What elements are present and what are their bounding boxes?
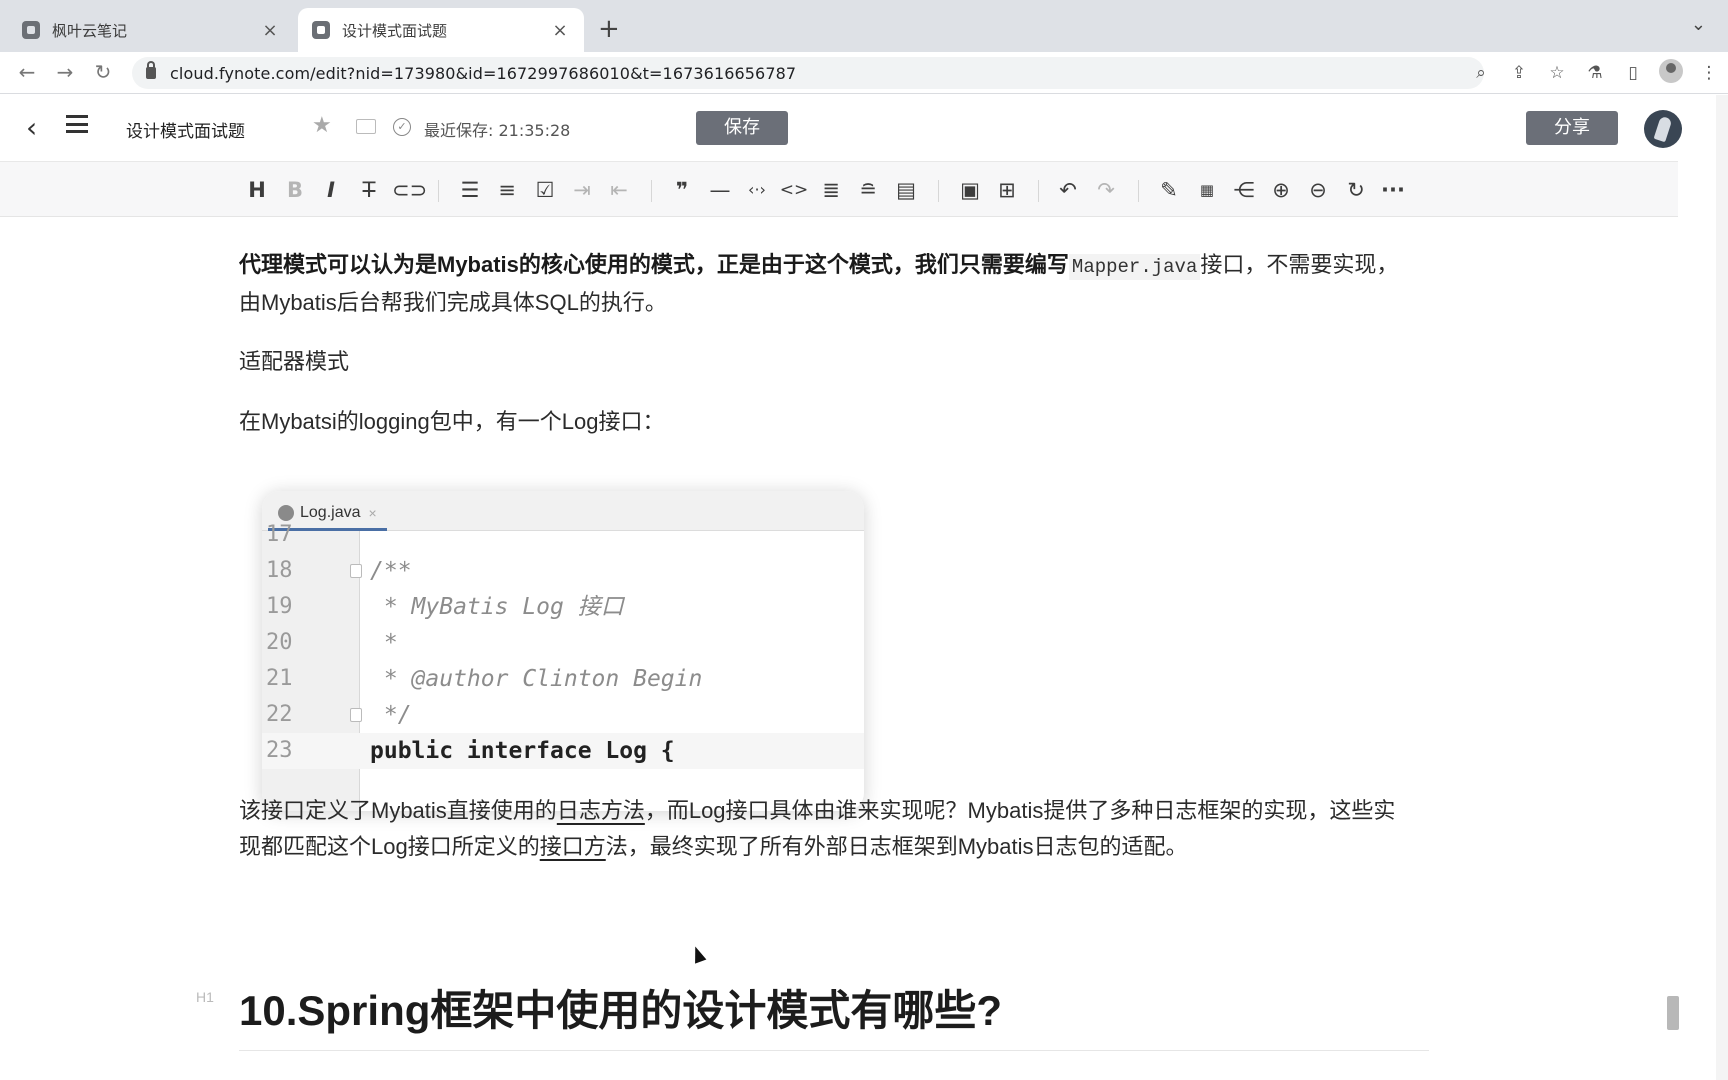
strikethrough-icon[interactable]: T [354,176,384,204]
fold-icon [350,564,362,578]
browser-toolbar: ← → ↻ cloud.fynote.com/edit?nid=173980&i… [0,52,1728,94]
tab-title: 设计模式面试题 [342,21,448,40]
code-line: 19 * MyBatis Log 接口 [266,594,624,620]
undo-icon[interactable]: ↶ [1053,176,1083,204]
fold-icon [350,708,362,722]
lock-icon [146,61,156,79]
code-line: 23 public interface Log { [262,733,864,769]
save-status-text: 最近保存: 21:35:28 [424,121,571,140]
code-screenshot-image[interactable]: Log.java × 17 18 /** 19 * MyBatis Log 接口… [262,491,864,811]
user-avatar[interactable] [1644,110,1682,148]
address-bar[interactable]: cloud.fynote.com/edit?nid=173980&id=1672… [132,57,1484,89]
page-scrollbar[interactable] [1716,95,1728,1080]
image-icon[interactable]: ▣ [955,176,985,204]
save-button[interactable]: 保存 [696,111,788,145]
format-icon[interactable]: ≘ [853,176,883,204]
link-icon[interactable]: ⊂⊃ [392,176,427,204]
bold-text: 代理模式可以认为是Mybatis的核心使用的模式，正是由于这个模式，我们只需要编… [239,252,1069,277]
bookmark-star-icon[interactable]: ☆ [1538,63,1576,83]
app-favicon-icon [22,21,40,39]
share-button[interactable]: 分享 [1526,111,1618,145]
tab-close-icon[interactable]: × [260,20,280,41]
browser-tab-design-patterns[interactable]: 设计模式面试题 × [298,8,584,52]
inline-code: Mapper.java [1068,254,1201,280]
browser-menu-icon[interactable]: ⋮ [1690,63,1728,83]
quote-icon[interactable]: ❞ [667,176,697,204]
task-list-icon[interactable]: ☑ [530,176,560,204]
browser-actions: ⌕ ⇪ ☆ ⚗ ▯ ⋮ [1462,52,1728,94]
more-icon[interactable]: ··· [1378,176,1408,204]
bullet-list-icon[interactable]: ☰ [455,176,485,204]
editor-content[interactable]: 代理模式可以认为是Mybatis的核心使用的模式，正是由于这个模式，我们只需要编… [0,217,1678,1080]
paragraph-text: 该接口定义了Mybatis直接使用的 [239,798,557,823]
paragraph-text: 法，最终实现了所有外部日志框架到Mybatis日志包的适配。 [605,834,1188,859]
new-tab-button[interactable]: + [598,14,620,44]
mindmap-icon[interactable]: ⋲ [1229,176,1259,204]
pen-icon[interactable]: ✎ [1154,176,1184,204]
redo-icon[interactable]: ↷ [1091,176,1121,204]
forward-arrow-icon[interactable]: → [52,60,78,84]
underlined-text: 接口方 [539,834,606,859]
profile-icon[interactable] [1652,58,1690,88]
editor-header: ‹ 设计模式面试题 ★ ✓ 最近保存: 21:35:28 保存 分享 [0,95,1716,161]
zoom-out-icon[interactable]: ⊖ [1303,176,1333,204]
code-line: 18 /** [266,558,412,584]
extension-flask-icon[interactable]: ⚗ [1576,63,1614,83]
table-icon[interactable]: ⊞ [992,176,1022,204]
underlined-text: 日志方法 [556,798,645,823]
toc-icon[interactable]: ≣ [816,176,846,204]
paragraph-proxy-pattern[interactable]: 代理模式可以认为是Mybatis的核心使用的模式，正是由于这个模式，我们只需要编… [239,247,1409,321]
paragraph-log-intro[interactable]: 在Mybatsi的logging包中，有一个Log接口： [239,404,1409,440]
ppt-icon[interactable]: ▦ [1192,176,1222,204]
reload-icon[interactable]: ↻ [90,60,116,84]
code-block-icon[interactable]: <> [779,176,809,204]
code-line: 17 [266,522,293,547]
sidebar-panel-icon[interactable]: ▯ [1614,63,1652,83]
editor-toolbar: H B I T ⊂⊃ ☰ ≡ ☑ ⇥ ⇤ ❞ — ‹·› <> ≣ ≘ ▤ ▣ … [0,161,1678,217]
tab-search-chevron-icon[interactable]: ⌄ [1691,14,1706,35]
ordered-list-icon[interactable]: ≡ [492,176,522,204]
section-heading[interactable]: 10.Spring框架中使用的设计模式有哪些? [239,977,1002,1038]
horizontal-rule-icon[interactable]: — [705,176,735,204]
zoom-in-icon[interactable]: ⊕ [1266,176,1296,204]
document-title[interactable]: 设计模式面试题 [126,117,245,142]
heading-icon[interactable]: H [242,176,272,204]
heading-level-tag: H1 [196,989,214,1005]
italic-icon[interactable]: I [316,176,346,204]
hamburger-menu-icon[interactable] [66,115,88,133]
back-arrow-icon[interactable]: ← [14,60,40,84]
refresh-icon[interactable]: ↻ [1341,176,1371,204]
browser-tab-notes[interactable]: 枫叶云笔记 × [8,8,294,52]
zoom-icon[interactable]: ⌕ [1462,63,1500,83]
code-line: 20 * [266,630,398,656]
code-line: 22 */ [266,702,412,728]
bold-icon[interactable]: B [280,176,310,204]
paragraph-adapter-title[interactable]: 适配器模式 [239,344,1409,380]
heading-divider [239,1050,1429,1051]
code-inline-icon[interactable]: ‹·› [742,176,772,204]
move-folder-icon[interactable] [356,119,376,134]
browser-tab-strip: 枫叶云笔记 × 设计模式面试题 × + ⌄ [0,0,1728,52]
export-pdf-icon[interactable]: ▤ [891,176,921,204]
app-favicon-icon [312,21,330,39]
share-page-icon[interactable]: ⇪ [1500,63,1538,83]
back-chevron-icon[interactable]: ‹ [26,111,37,144]
outdent-icon[interactable]: ⇤ [604,176,634,204]
code-line: 21 * @author Clinton Begin [266,666,703,692]
paragraph-log-explanation[interactable]: 该接口定义了Mybatis直接使用的日志方法，而Log接口具体由谁来实现呢？My… [239,793,1409,865]
saved-check-icon: ✓ [393,118,411,136]
favorite-star-icon[interactable]: ★ [312,113,332,138]
scrollbar-thumb[interactable] [1667,996,1679,1030]
url-text[interactable]: cloud.fynote.com/edit?nid=173980&id=1672… [170,64,796,83]
indent-icon[interactable]: ⇥ [567,176,597,204]
tab-close-icon[interactable]: × [550,20,570,41]
tab-title: 枫叶云笔记 [52,21,128,40]
